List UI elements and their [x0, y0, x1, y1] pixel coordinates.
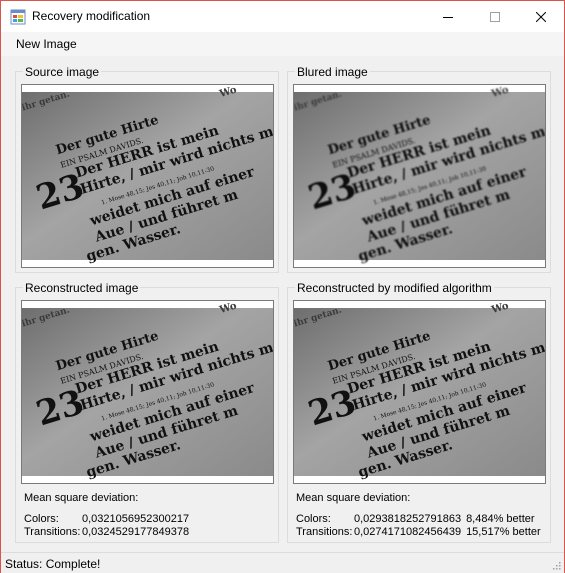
- minimize-icon: [443, 16, 453, 18]
- bible-page-image: was ihr getan. Wo Der gute Hirte EIN PSA…: [22, 85, 273, 267]
- main-window: Recovery modification New Image Source i…: [0, 0, 565, 573]
- modified-stats: Mean square deviation: Colors: 0,0293818…: [296, 492, 548, 539]
- colors-improvement: 8,484% better: [466, 513, 535, 525]
- menu-bar: New Image: [1, 32, 564, 56]
- blured-image: was ihr getan. Wo Der gute Hirte EIN PSA…: [293, 84, 546, 268]
- transitions-label: Transitions:: [24, 526, 81, 538]
- group-title: Reconstructed image: [23, 281, 141, 295]
- reconstructed-image-group: Reconstructed image was ihr getan. Wo De…: [15, 281, 279, 543]
- close-icon: [536, 11, 546, 22]
- stats-heading: Mean square deviation:: [296, 492, 411, 504]
- menu-item-new-image[interactable]: New Image: [10, 37, 83, 51]
- maximize-icon: [490, 11, 500, 22]
- group-title: Reconstructed by modified algorithm: [295, 281, 494, 295]
- close-button[interactable]: [518, 1, 564, 32]
- maximize-button[interactable]: [472, 1, 518, 32]
- bible-page-image: was ihr getan. Wo Der gute Hirte EIN PSA…: [22, 301, 273, 483]
- app-window-icon: [10, 9, 26, 25]
- status-text: Status: Complete!: [5, 557, 101, 571]
- colors-value: 0,0321056952300217: [82, 513, 190, 525]
- transitions-improvement: 15,517% better: [466, 526, 541, 538]
- source-image: was ihr getan. Wo Der gute Hirte EIN PSA…: [21, 84, 274, 268]
- transitions-value: 0,0324529177849378: [82, 526, 190, 538]
- blured-image-group: Blured image was ihr getan. Wo: [287, 65, 551, 273]
- transitions-value: 0,0274171082456439: [354, 526, 462, 538]
- source-image-group: Source image was ihr getan. Wo Der gute …: [15, 65, 279, 273]
- minimize-button[interactable]: [425, 1, 471, 32]
- stats-heading: Mean square deviation:: [24, 492, 139, 504]
- window-title: Recovery modification: [32, 9, 151, 23]
- status-bar: Status: Complete!: [1, 552, 564, 573]
- title-bar[interactable]: Recovery modification: [1, 1, 564, 32]
- bible-page-image: was ihr getan. Wo Der gute Hirte EIN PSA…: [294, 85, 545, 267]
- transitions-label: Transitions:: [296, 526, 353, 538]
- reconstructed-stats: Mean square deviation: Colors: 0,0321056…: [24, 492, 274, 539]
- bible-page-image: was ihr getan. Wo Der gute Hirte EIN PSA…: [294, 301, 545, 483]
- group-title: Source image: [23, 65, 102, 79]
- group-title: Blured image: [295, 65, 370, 79]
- modified-image-group: Reconstructed by modified algorithm was …: [287, 281, 551, 543]
- colors-label: Colors:: [24, 513, 59, 525]
- colors-value: 0,0293818252791863: [354, 513, 462, 525]
- reconstructed-image: was ihr getan. Wo Der gute Hirte EIN PSA…: [21, 300, 274, 484]
- resize-grip-icon[interactable]: [551, 560, 561, 570]
- modified-image: was ihr getan. Wo Der gute Hirte EIN PSA…: [293, 300, 546, 484]
- colors-label: Colors:: [296, 513, 331, 525]
